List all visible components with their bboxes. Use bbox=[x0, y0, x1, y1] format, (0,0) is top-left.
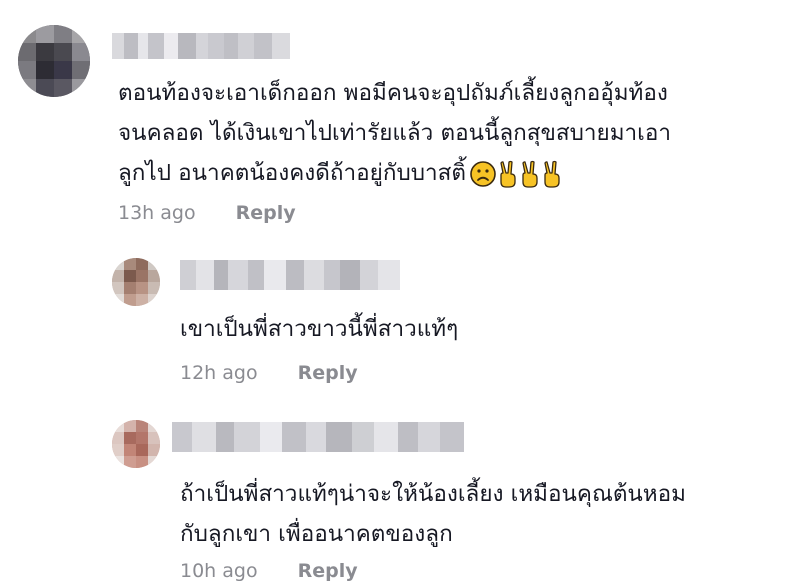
victory-hand-icon bbox=[500, 160, 516, 188]
comment-item: ตอนท้องจะเอาเด็กออก พอมีคนจะอุปถัมภ์เลี้… bbox=[0, 0, 800, 240]
comment-meta: 12h ago Reply bbox=[180, 362, 358, 384]
comment-text-line: ถ้าเป็นพี่สาวแท้ๆน่าจะให้น้องเลี้ยง เหมื… bbox=[180, 481, 686, 507]
victory-hand-icon bbox=[522, 160, 538, 188]
comment-text: เขาเป็นพี่สาวขาวนี้พี่สาวแท้ๆ bbox=[180, 309, 458, 349]
reply-button[interactable]: Reply bbox=[298, 560, 358, 582]
reply-button[interactable]: Reply bbox=[236, 202, 296, 224]
comment-text-line: เขาเป็นพี่สาวขาวนี้พี่สาวแท้ๆ bbox=[180, 316, 459, 342]
pixelated-avatar-image bbox=[112, 420, 160, 468]
comment-text-line: ตอนท้องจะเอาเด็กออก พอมีคนจะอุปถัมภ์เลี้… bbox=[118, 80, 668, 106]
reply-comment-item: เขาเป็นพี่สาวขาวนี้พี่สาวแท้ๆ 12h ago Re… bbox=[0, 240, 800, 400]
avatar[interactable] bbox=[18, 25, 90, 97]
reply-button[interactable]: Reply bbox=[298, 362, 358, 384]
emoji-group bbox=[470, 160, 562, 188]
comment-timestamp: 10h ago bbox=[180, 560, 258, 582]
avatar[interactable] bbox=[112, 420, 160, 468]
comment-text: ถ้าเป็นพี่สาวแท้ๆน่าจะให้น้องเลี้ยง เหมื… bbox=[180, 474, 686, 554]
comment-text-line: ลูกไป อนาคตน้องคงดีถ้าอยู่กับบาสติ้ bbox=[118, 153, 671, 193]
avatar[interactable] bbox=[112, 258, 160, 306]
comment-meta: 10h ago Reply bbox=[180, 560, 358, 582]
comment-thread: ตอนท้องจะเอาเด็กออก พอมีคนจะอุปถัมภ์เลี้… bbox=[0, 0, 800, 588]
reply-comment-item: ถ้าเป็นพี่สาวแท้ๆน่าจะให้น้องเลี้ยง เหมื… bbox=[0, 410, 800, 588]
username-redacted[interactable] bbox=[112, 33, 290, 59]
comment-text: ตอนท้องจะเอาเด็กออก พอมีคนจะอุปถัมภ์เลี้… bbox=[118, 73, 671, 193]
comment-timestamp: 13h ago bbox=[118, 202, 196, 224]
username-redacted[interactable] bbox=[172, 422, 464, 452]
comment-timestamp: 12h ago bbox=[180, 362, 258, 384]
victory-hand-icon bbox=[544, 160, 560, 188]
slightly-frowning-face-icon bbox=[470, 160, 496, 187]
username-redacted[interactable] bbox=[180, 260, 400, 290]
comment-meta: 13h ago Reply bbox=[118, 202, 296, 224]
comment-text-line-content: ลูกไป อนาคตน้องคงดีถ้าอยู่กับบาสติ้ bbox=[118, 160, 467, 186]
comment-text-line: จนคลอด ได้เงินเขาไปเท่ารัยแล้ว ตอนนี้ลูก… bbox=[118, 120, 672, 146]
pixelated-avatar-image bbox=[18, 25, 90, 97]
comment-text-line: กับลูกเขา เพื่ออนาคตของลูก bbox=[180, 521, 453, 547]
pixelated-avatar-image bbox=[112, 258, 160, 306]
